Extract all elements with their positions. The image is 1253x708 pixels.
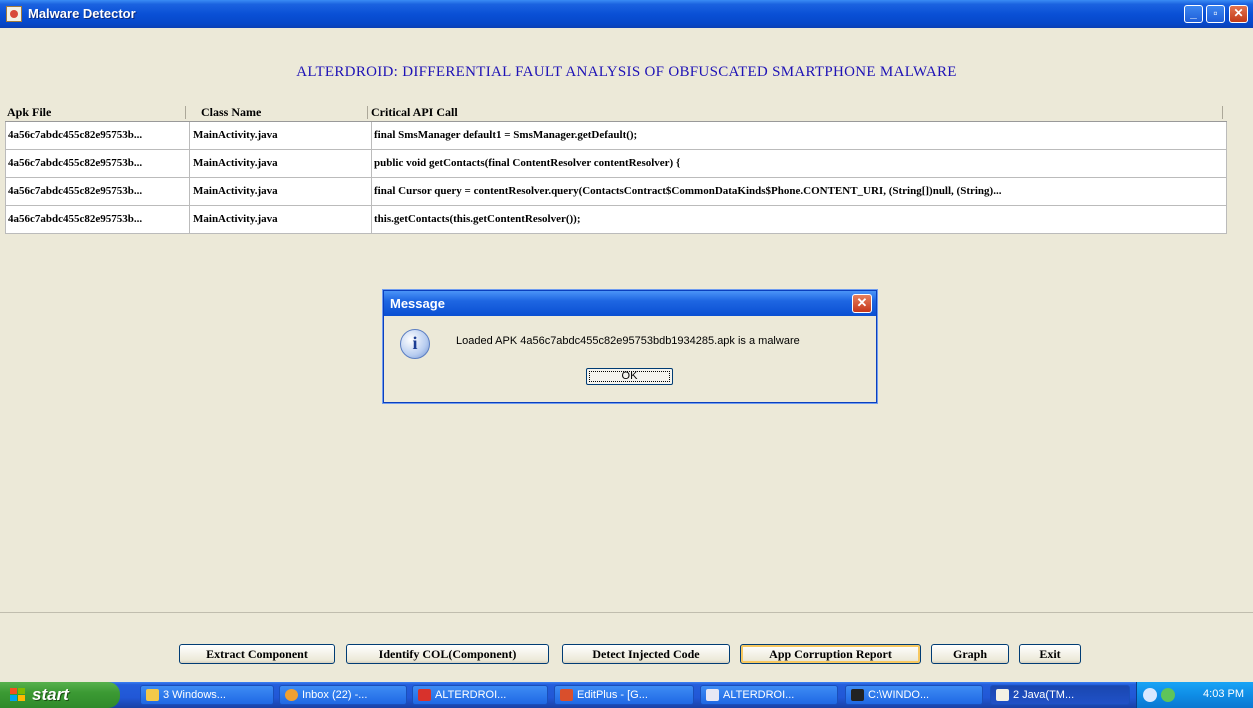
cell-class-name[interactable]: MainActivity.java <box>190 178 372 205</box>
column-divider[interactable] <box>367 106 368 119</box>
table-row[interactable]: 4a56c7abdc455c82e95753b... MainActivity.… <box>5 122 1227 150</box>
info-icon: i <box>400 329 430 359</box>
exit-button[interactable]: Exit <box>1019 644 1081 664</box>
button-bar: Extract Component Identify COL(Component… <box>0 612 1253 664</box>
table-header: Apk File Class Name Critical API Call <box>5 104 1227 122</box>
taskbar-item-label: ALTERDROI... <box>723 689 795 701</box>
system-tray: 4:03 PM <box>1136 682 1253 708</box>
column-header-apk-file[interactable]: Apk File <box>7 105 51 120</box>
clock[interactable]: 4:03 PM <box>1203 688 1244 700</box>
maximize-button[interactable]: ▫ <box>1206 5 1225 23</box>
taskbar-item-command-prompt[interactable]: C:\WINDO... <box>845 685 983 705</box>
cell-class-name[interactable]: MainActivity.java <box>190 206 372 233</box>
table-row[interactable]: 4a56c7abdc455c82e95753b... MainActivity.… <box>5 206 1227 234</box>
column-divider[interactable] <box>185 106 186 119</box>
identify-col-button[interactable]: Identify COL(Component) <box>346 644 549 664</box>
start-label: start <box>32 685 69 704</box>
api-call-table: Apk File Class Name Critical API Call 4a… <box>5 104 1227 234</box>
column-header-class-name[interactable]: Class Name <box>201 105 261 120</box>
cell-class-name[interactable]: MainActivity.java <box>190 150 372 177</box>
pdf-icon <box>418 689 431 701</box>
cell-api-call[interactable]: this.getContacts(this.getContentResolver… <box>372 206 1228 233</box>
java-icon <box>996 689 1009 701</box>
cell-apk-file[interactable]: 4a56c7abdc455c82e95753b... <box>6 206 190 233</box>
dialog-message: Loaded APK 4a56c7abdc455c82e95753bdb1934… <box>456 335 800 347</box>
taskbar-item-label: 2 Java(TM... <box>1013 689 1075 701</box>
taskbar-item-label: Inbox (22) -... <box>302 689 368 701</box>
close-window-button[interactable]: ✕ <box>1229 5 1248 23</box>
graph-button[interactable]: Graph <box>931 644 1009 664</box>
taskbar-item-windows-explorer[interactable]: 3 Windows... <box>140 685 274 705</box>
cell-apk-file[interactable]: 4a56c7abdc455c82e95753b... <box>6 178 190 205</box>
tray-arrow-icon[interactable] <box>1143 688 1157 702</box>
message-dialog: Message ✕ i Loaded APK 4a56c7abdc455c82e… <box>383 290 877 403</box>
taskbar-item-alterdroid-doc[interactable]: ALTERDROI... <box>700 685 838 705</box>
editplus-icon <box>560 689 573 701</box>
dialog-close-icon[interactable]: ✕ <box>852 294 872 313</box>
application-window: Malware Detector _ ▫ ✕ ALTERDROID: DIFFE… <box>0 0 1253 682</box>
window-title: Malware Detector <box>28 6 136 21</box>
cell-api-call[interactable]: public void getContacts(final ContentRes… <box>372 150 1228 177</box>
folder-icon <box>146 689 159 701</box>
cell-apk-file[interactable]: 4a56c7abdc455c82e95753b... <box>6 122 190 149</box>
extract-component-button[interactable]: Extract Component <box>179 644 335 664</box>
cell-api-call[interactable]: final SmsManager default1 = SmsManager.g… <box>372 122 1228 149</box>
page-title: ALTERDROID: DIFFERENTIAL FAULT ANALYSIS … <box>296 64 957 80</box>
start-button[interactable]: start <box>0 682 120 708</box>
detect-injected-code-button[interactable]: Detect Injected Code <box>562 644 730 664</box>
taskbar-item-label: ALTERDROI... <box>435 689 507 701</box>
dialog-title-bar[interactable]: Message ✕ <box>384 291 876 316</box>
taskbar-item-java[interactable]: 2 Java(TM... <box>990 685 1130 705</box>
taskbar-item-inbox[interactable]: Inbox (22) -... <box>279 685 407 705</box>
title-bar[interactable]: Malware Detector _ ▫ ✕ <box>0 0 1253 28</box>
browser-icon <box>285 689 298 701</box>
minimize-button[interactable]: _ <box>1184 5 1203 23</box>
cell-class-name[interactable]: MainActivity.java <box>190 122 372 149</box>
cell-apk-file[interactable]: 4a56c7abdc455c82e95753b... <box>6 150 190 177</box>
ok-button[interactable]: OK <box>586 368 673 385</box>
taskbar-item-editplus[interactable]: EditPlus - [G... <box>554 685 694 705</box>
network-icon[interactable] <box>1161 688 1175 702</box>
column-header-critical-api-call[interactable]: Critical API Call <box>371 105 458 120</box>
taskbar-item-label: EditPlus - [G... <box>577 689 648 701</box>
dialog-title: Message <box>390 296 445 311</box>
taskbar-item-label: 3 Windows... <box>163 689 226 701</box>
column-divider[interactable] <box>1222 106 1223 119</box>
table-row[interactable]: 4a56c7abdc455c82e95753b... MainActivity.… <box>5 178 1227 206</box>
java-app-icon <box>6 6 22 22</box>
taskbar-item-label: C:\WINDO... <box>868 689 930 701</box>
table-row[interactable]: 4a56c7abdc455c82e95753b... MainActivity.… <box>5 150 1227 178</box>
taskbar-item-alterdroid-pdf[interactable]: ALTERDROI... <box>412 685 548 705</box>
windows-logo-icon <box>10 688 26 702</box>
cell-api-call[interactable]: final Cursor query = contentResolver.que… <box>372 178 1228 205</box>
document-icon <box>706 689 719 701</box>
app-corruption-report-button[interactable]: App Corruption Report <box>740 644 921 664</box>
taskbar: start 3 Windows... Inbox (22) -... ALTER… <box>0 682 1253 708</box>
command-prompt-icon <box>851 689 864 701</box>
